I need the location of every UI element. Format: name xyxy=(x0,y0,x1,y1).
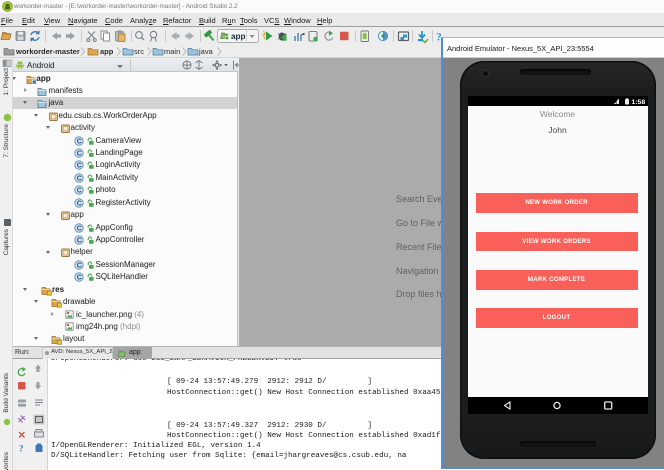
svg-text:app: app xyxy=(231,32,246,41)
svg-text:C: C xyxy=(77,151,82,158)
svg-text:C: C xyxy=(77,188,82,195)
svg-text:1:58: 1:58 xyxy=(631,99,645,105)
svg-text:C: C xyxy=(77,163,82,170)
svg-text:C: C xyxy=(77,238,82,245)
svg-text:C: C xyxy=(77,138,82,145)
svg-text:C: C xyxy=(77,275,82,282)
svg-text:C: C xyxy=(77,175,82,182)
svg-text:C: C xyxy=(77,225,82,232)
svg-text:C: C xyxy=(77,262,82,269)
svg-text:C: C xyxy=(77,200,82,207)
svg-text:?: ? xyxy=(19,444,24,454)
